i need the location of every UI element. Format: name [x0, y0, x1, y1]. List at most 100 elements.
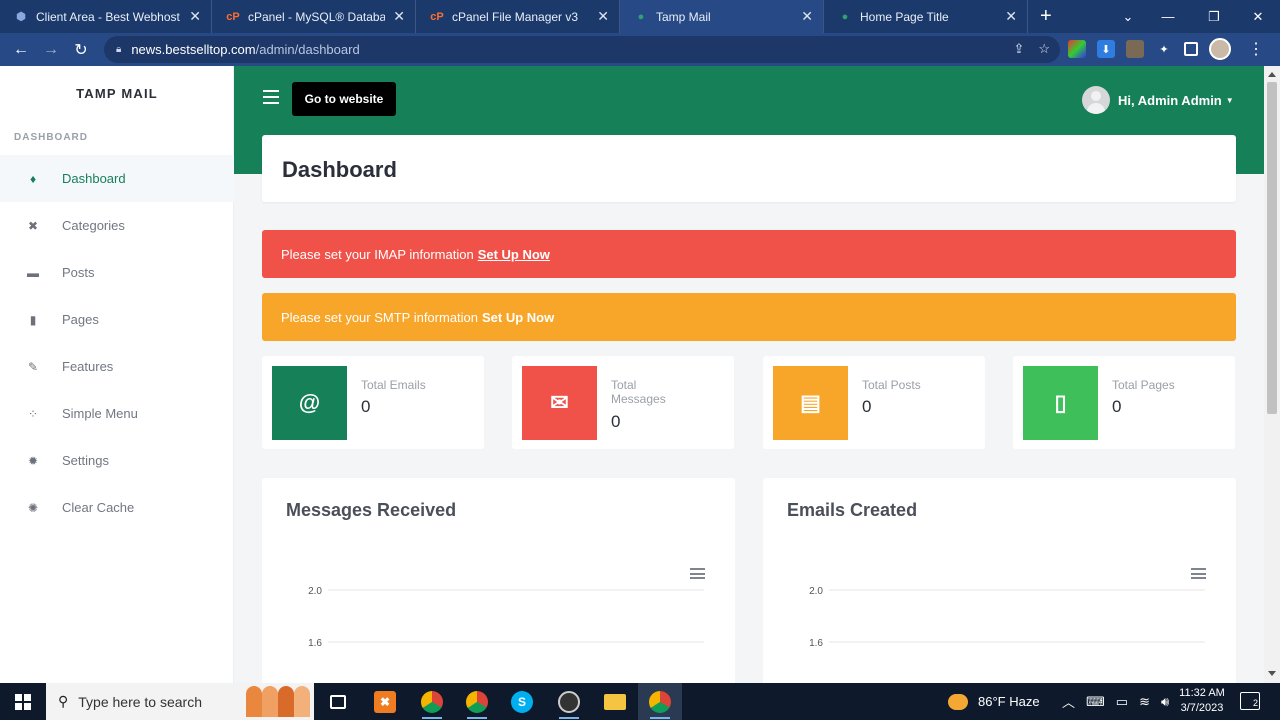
- close-icon[interactable]: ✕: [393, 8, 405, 25]
- browser-tab-strip: ⬢ Client Area - Best Webhost B ✕ cP cPan…: [0, 0, 1280, 33]
- chart-card-emails-created: Emails Created 2.0 1.6: [763, 478, 1236, 683]
- taskbar-app-chrome[interactable]: [410, 683, 454, 720]
- sidebar-item-label: Features: [62, 359, 114, 374]
- address-bar[interactable]: 🔒︎ news.bestselltop.com/admin/dashboard …: [104, 36, 1060, 63]
- y-tick-label: 1.6: [308, 638, 322, 649]
- task-view-button[interactable]: [316, 683, 360, 720]
- sidebar-item-categories[interactable]: ✖ Categories: [0, 202, 234, 249]
- scroll-down-icon[interactable]: [1268, 671, 1276, 676]
- minimize-button[interactable]: —: [1148, 0, 1188, 33]
- close-icon[interactable]: ✕: [597, 8, 609, 25]
- smtp-setup-link[interactable]: Set Up Now: [482, 310, 554, 325]
- stat-card-total-pages: ▯ Total Pages 0: [1013, 356, 1235, 449]
- task-view-icon: [330, 694, 346, 709]
- taskbar-app-chrome-active[interactable]: [638, 683, 682, 720]
- stat-value: 0: [1112, 397, 1122, 416]
- new-tab-button[interactable]: +: [1028, 0, 1064, 33]
- y-tick-label: 2.0: [809, 586, 823, 597]
- meet-now-icon[interactable]: ⌨: [1086, 694, 1105, 710]
- restore-button[interactable]: ❐: [1194, 0, 1234, 33]
- start-button[interactable]: [0, 683, 46, 720]
- wifi-icon[interactable]: ≋: [1139, 694, 1150, 710]
- stat-card-total-posts: ▤ Total Posts 0: [763, 356, 985, 449]
- sidebar-item-features[interactable]: ✎ Features: [0, 343, 234, 390]
- browser-tab[interactable]: ● Home Page Title ✕: [824, 0, 1028, 33]
- stat-label: Total Pages: [1112, 378, 1175, 392]
- scroll-thumb[interactable]: [1267, 82, 1277, 414]
- sidebar-item-clear-cache[interactable]: ✺ Clear Cache: [0, 484, 234, 531]
- chart-plot: 2.0 1.6: [809, 586, 1205, 649]
- close-icon[interactable]: ✕: [801, 8, 813, 25]
- share-icon[interactable]: ⇪: [1013, 41, 1024, 57]
- close-window-button[interactable]: ✕: [1238, 0, 1278, 33]
- file-icon: ▯: [1023, 366, 1098, 440]
- reload-button[interactable]: ↻: [66, 35, 96, 65]
- envelope-open-icon: ✉: [522, 366, 597, 440]
- close-icon[interactable]: ✕: [1005, 8, 1017, 25]
- shield-icon: ⬢: [16, 11, 26, 23]
- windows-taskbar: ⚲ Type here to search ✖ S 86°F Haze ︿ ⌨ …: [0, 683, 1280, 720]
- sidebar-item-simple-menu[interactable]: ⁘ Simple Menu: [0, 390, 234, 437]
- sidebar-item-dashboard[interactable]: ♦ Dashboard: [0, 155, 234, 202]
- profile-avatar[interactable]: [1209, 38, 1231, 60]
- user-menu[interactable]: Hi, Admin Admin ▼: [1082, 86, 1234, 114]
- alert-text: Please set your IMAP information: [281, 246, 474, 262]
- weather-widget[interactable]: 86°F Haze: [948, 683, 1040, 720]
- page-header: Dashboard: [262, 135, 1236, 202]
- browser-tab[interactable]: ⬢ Client Area - Best Webhost B ✕: [0, 0, 212, 33]
- chart-card-messages-received: Messages Received 2.0 1.6: [262, 478, 735, 683]
- sidebar-item-label: Categories: [62, 218, 125, 233]
- scroll-up-icon[interactable]: [1268, 72, 1276, 77]
- back-button[interactable]: ←: [6, 35, 36, 65]
- taskbar-app-skype[interactable]: S: [500, 683, 544, 720]
- extension-icon[interactable]: [1126, 40, 1144, 58]
- volume-icon[interactable]: 🔊︎: [1161, 694, 1169, 710]
- cpanel-icon: cP: [430, 10, 444, 23]
- download-icon[interactable]: ⬇: [1097, 40, 1115, 58]
- battery-icon[interactable]: ▭: [1116, 694, 1128, 710]
- tab-title: Tamp Mail: [656, 9, 711, 24]
- stat-card-total-emails: @ Total Emails 0: [262, 356, 484, 449]
- tab-search-button[interactable]: ⌄: [1108, 0, 1148, 33]
- mail-app-icon: ●: [637, 10, 645, 23]
- taskbar-app-explorer[interactable]: [593, 683, 637, 720]
- xampp-icon: ✖: [374, 690, 396, 713]
- close-icon[interactable]: ✕: [189, 8, 201, 25]
- browser-tab[interactable]: cP cPanel File Manager v3 ✕: [416, 0, 620, 33]
- tab-title: Home Page Title: [860, 9, 949, 24]
- sidepanel-icon[interactable]: [1184, 42, 1198, 56]
- sidebar-item-posts[interactable]: ▬ Posts: [0, 249, 234, 296]
- sidebar-item-pages[interactable]: ▮ Pages: [0, 296, 234, 343]
- search-highlight-art: [246, 686, 310, 717]
- stat-label: Total Posts: [862, 378, 921, 392]
- bookmark-star-icon[interactable]: ☆: [1038, 41, 1050, 57]
- sidebar-item-settings[interactable]: ✹ Settings: [0, 437, 234, 484]
- taskbar-app-recorder[interactable]: [547, 683, 591, 720]
- clock-time: 11:32 AM: [1179, 687, 1225, 699]
- browser-menu-icon[interactable]: ⋮: [1248, 39, 1264, 59]
- windows-logo-icon: [15, 693, 31, 710]
- avatar: [1082, 86, 1110, 114]
- color-extension-icon[interactable]: [1068, 40, 1086, 58]
- taskbar-app-chrome-2[interactable]: [455, 683, 499, 720]
- browser-tab[interactable]: cP cPanel - MySQL® Databases ✕: [212, 0, 416, 33]
- chart-plot: 2.0 1.6: [308, 586, 704, 649]
- taskbar-search-input[interactable]: ⚲ Type here to search: [46, 683, 314, 720]
- flame-icon: ♦: [29, 171, 37, 186]
- browser-tab-active[interactable]: ● Tamp Mail ✕: [620, 0, 824, 33]
- stat-value: 0: [862, 397, 872, 416]
- search-icon: ⚲: [58, 693, 69, 709]
- brand-logo[interactable]: TAMP MAIL: [0, 86, 234, 101]
- taskbar-app-xampp[interactable]: ✖: [363, 683, 407, 720]
- y-tick-label: 1.6: [809, 638, 823, 649]
- puzzle-icon[interactable]: ✦: [1155, 40, 1173, 58]
- system-clock[interactable]: 11:32 AM 3/7/2023: [1172, 686, 1232, 716]
- go-to-website-button[interactable]: Go to website: [292, 82, 396, 116]
- gear-icon: ✹: [27, 453, 39, 468]
- imap-setup-link[interactable]: Set Up Now: [478, 247, 550, 262]
- notification-center-button[interactable]: 2: [1240, 692, 1260, 710]
- forward-button[interactable]: →: [36, 35, 66, 65]
- stat-label: Total Messages: [611, 378, 666, 406]
- chevron-up-icon[interactable]: ︿: [1062, 692, 1075, 711]
- menu-toggle-icon[interactable]: [263, 90, 279, 104]
